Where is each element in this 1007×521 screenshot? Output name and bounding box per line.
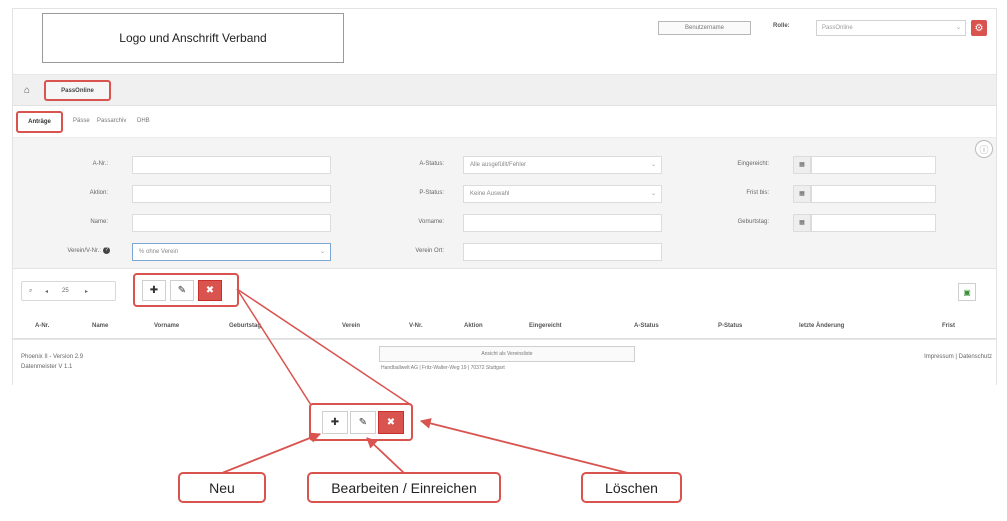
filter-label: A-Status:: [419, 161, 444, 167]
info-icon[interactable]: ⓘ: [975, 140, 993, 158]
filter-pstatus-value: Keine Auswahl: [470, 191, 510, 197]
app-window: Logo und Anschrift Verband Benutzername …: [12, 8, 997, 386]
filter-label: Geburtstag:: [737, 219, 769, 225]
filter-label: Aktion:: [89, 190, 108, 196]
col-vnr[interactable]: V-Nr.: [409, 323, 423, 329]
delete-button-zoom: ✖: [378, 411, 404, 434]
tabs: Anträge Pässe Passarchiv DHB: [13, 106, 996, 138]
col-astatus[interactable]: A-Status: [634, 323, 659, 329]
logo-box: Logo und Anschrift Verband: [42, 13, 344, 63]
add-button[interactable]: ✚: [142, 280, 166, 301]
filter-vorname-input[interactable]: [463, 214, 662, 232]
chevron-down-icon: ⌄: [650, 162, 656, 168]
search-icon[interactable]: ⌕: [29, 288, 32, 295]
footer: Phoenix II - Version 2.9 Datenmeister V …: [13, 339, 996, 386]
action-buttons-zoom: ✚ ✎ ✖: [309, 403, 413, 441]
col-anr[interactable]: A-Nr.: [35, 323, 49, 329]
table-header: A-Nr. Name Vorname Geburtstag Verein V-N…: [13, 315, 996, 339]
pencil-icon: ✎: [358, 417, 368, 428]
footer-address: Handballwelt AG | Fritz-Walter-Weg 19 | …: [381, 365, 505, 371]
footer-links[interactable]: Impressum | Datenschutz: [924, 354, 992, 360]
col-pstatus[interactable]: P-Status: [718, 323, 742, 329]
col-frist[interactable]: Frist: [942, 323, 955, 329]
vereinsliste-button[interactable]: Ansicht als Vereinsliste: [379, 346, 635, 362]
excel-icon: ▣: [963, 287, 971, 297]
gear-icon[interactable]: ⚙: [971, 20, 987, 36]
filter-astatus-value: Alle ausgefüllt/Fehler: [470, 162, 527, 168]
rolle-label: Rolle:: [773, 23, 790, 29]
pencil-icon: ✎: [177, 285, 187, 296]
col-vorname[interactable]: Vorname: [154, 323, 179, 329]
filter-verein-value: % ohne Verein: [139, 249, 179, 255]
filter-name-input[interactable]: [132, 214, 331, 232]
chevron-left-icon[interactable]: ◂: [45, 288, 48, 295]
filter-panel: A-Nr.: Aktion: Name: Verein/V-Nr.: ? % o…: [13, 138, 996, 269]
col-name[interactable]: Name: [92, 323, 108, 329]
filter-label: P-Status:: [419, 190, 444, 196]
rolle-select-value: PassOnline: [822, 25, 853, 31]
col-verein[interactable]: Verein: [342, 323, 360, 329]
filter-geburtstag-input[interactable]: [811, 214, 936, 232]
pager: ⌕ ◂ 25 ▸: [21, 281, 116, 301]
plus-icon: ✚: [330, 417, 340, 428]
footer-datenmeister: Datenmeister V 1.1: [21, 364, 73, 370]
navbar: ⌂ PassOnline: [13, 75, 996, 106]
calendar-icon[interactable]: ▦: [793, 156, 811, 174]
filter-label: Name:: [90, 219, 108, 225]
excel-export-button[interactable]: ▣: [958, 283, 976, 301]
col-eingereicht[interactable]: Eingereicht: [529, 323, 562, 329]
tab-antraege[interactable]: Anträge: [16, 111, 63, 133]
chevron-down-icon: ⌄: [955, 25, 961, 31]
filter-verein-select[interactable]: % ohne Verein ⌄: [132, 243, 331, 261]
filter-label: Verein Ort:: [415, 248, 444, 254]
filter-label: Verein/V-Nr.:: [67, 248, 101, 254]
edit-button-zoom: ✎: [350, 411, 376, 434]
calendar-icon[interactable]: ▦: [793, 214, 811, 232]
filter-pstatus-select[interactable]: Keine Auswahl ⌄: [463, 185, 662, 203]
filter-eingereicht-input[interactable]: [811, 156, 936, 174]
filter-label: Frist bis:: [746, 190, 769, 196]
col-geburtstag[interactable]: Geburtstag: [229, 323, 261, 329]
rolle-select[interactable]: PassOnline ⌄: [816, 20, 966, 36]
filter-vereinort-input[interactable]: [463, 243, 662, 261]
tab-paesse[interactable]: Pässe: [73, 118, 90, 124]
delete-button[interactable]: ✖: [198, 280, 222, 301]
filter-label: A-Nr.:: [92, 161, 108, 167]
help-icon: ?: [103, 247, 110, 254]
close-icon: ✖: [386, 417, 396, 428]
tab-passarchiv[interactable]: Passarchiv: [97, 118, 126, 124]
footer-version-info: Phoenix II - Version 2.9 Datenmeister V …: [21, 352, 83, 372]
chevron-right-icon[interactable]: ▸: [85, 288, 88, 295]
footer-version: Phoenix II - Version 2.9: [21, 354, 84, 360]
chevron-down-icon: ⌄: [319, 249, 325, 255]
col-letzte-aenderung[interactable]: letzte Änderung: [799, 323, 844, 329]
add-button-zoom: ✚: [322, 411, 348, 434]
home-icon[interactable]: ⌂: [24, 86, 34, 96]
tab-dhb[interactable]: DHB: [137, 118, 150, 124]
chevron-down-icon: ⌄: [650, 191, 656, 197]
filter-astatus-select[interactable]: Alle ausgefüllt/Fehler ⌄: [463, 156, 662, 174]
callout-loeschen: Löschen: [581, 472, 682, 503]
filter-anr-input[interactable]: [132, 156, 331, 174]
callout-neu: Neu: [178, 472, 266, 503]
filter-label: Vorname:: [418, 219, 444, 225]
nav-item-passonline[interactable]: PassOnline: [44, 80, 111, 101]
calendar-icon[interactable]: ▦: [793, 185, 811, 203]
filter-frist-input[interactable]: [811, 185, 936, 203]
header: Logo und Anschrift Verband Benutzername …: [13, 9, 996, 75]
action-buttons-highlight: ✚ ✎ ✖: [133, 273, 239, 307]
page-size[interactable]: 25: [62, 288, 69, 294]
col-aktion[interactable]: Aktion: [464, 323, 483, 329]
user-button[interactable]: Benutzername: [658, 21, 751, 35]
filter-label: Eingereicht:: [737, 161, 769, 167]
filter-aktion-input[interactable]: [132, 185, 331, 203]
callout-bearbeiten: Bearbeiten / Einreichen: [307, 472, 501, 503]
close-icon: ✖: [205, 285, 215, 296]
edit-button[interactable]: ✎: [170, 280, 194, 301]
table-toolbar: ⌕ ◂ 25 ▸ ✚ ✎ ✖ ▣: [13, 269, 996, 315]
plus-icon: ✚: [149, 285, 159, 296]
